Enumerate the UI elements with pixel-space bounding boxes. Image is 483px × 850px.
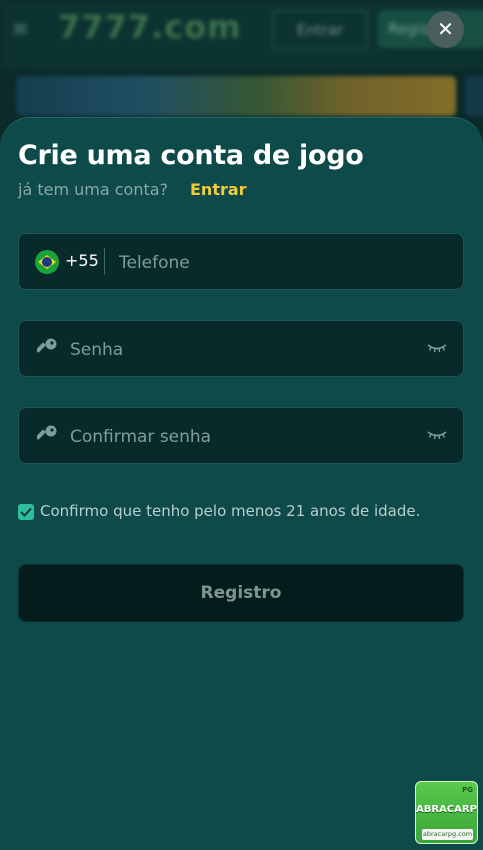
- register-button[interactable]: Registro: [18, 564, 464, 622]
- hamburger-icon[interactable]: ≡: [12, 16, 29, 40]
- age-checkbox-label[interactable]: Confirmo que tenho pelo menos 21 anos de…: [40, 502, 420, 520]
- badge-url-bar: abracarpg.com: [422, 829, 473, 840]
- key-icon: [37, 425, 57, 440]
- header-login-button[interactable]: Entrar: [272, 10, 368, 50]
- age-checkbox[interactable]: [18, 504, 34, 520]
- modal-title: Crie uma conta de jogo: [18, 140, 364, 171]
- dial-code[interactable]: +55: [65, 251, 99, 270]
- promo-banner-next: [465, 76, 483, 116]
- confirm-password-input[interactable]: [68, 408, 422, 465]
- have-account-text: já tem uma conta?: [18, 180, 169, 199]
- abracarpg-badge[interactable]: PG ABRACARPG abracarpg.com: [415, 781, 478, 844]
- field-divider: [104, 248, 105, 275]
- site-logo[interactable]: 7777.com: [58, 8, 242, 46]
- confirm-password-field[interactable]: [18, 407, 464, 465]
- background-header: ≡ 7777.com Entrar Registr: [0, 0, 483, 70]
- close-icon[interactable]: ✕: [427, 11, 464, 48]
- phone-input[interactable]: [117, 234, 441, 291]
- badge-top-text: PG: [462, 786, 473, 794]
- promo-banner: [16, 76, 456, 116]
- eye-closed-icon[interactable]: [427, 428, 447, 442]
- register-modal: Crie uma conta de jogo já tem uma conta?…: [0, 117, 483, 850]
- badge-name: ABRACARPG: [416, 804, 477, 815]
- brazil-flag-icon[interactable]: [35, 250, 59, 274]
- login-link[interactable]: Entrar: [190, 180, 247, 199]
- password-field[interactable]: [18, 320, 464, 378]
- password-input[interactable]: [68, 321, 422, 378]
- key-icon: [37, 338, 57, 353]
- checkmark-icon: [20, 507, 32, 517]
- phone-field[interactable]: +55: [18, 233, 464, 291]
- badge-url: abracarpg.com: [422, 830, 473, 838]
- eye-closed-icon[interactable]: [427, 341, 447, 355]
